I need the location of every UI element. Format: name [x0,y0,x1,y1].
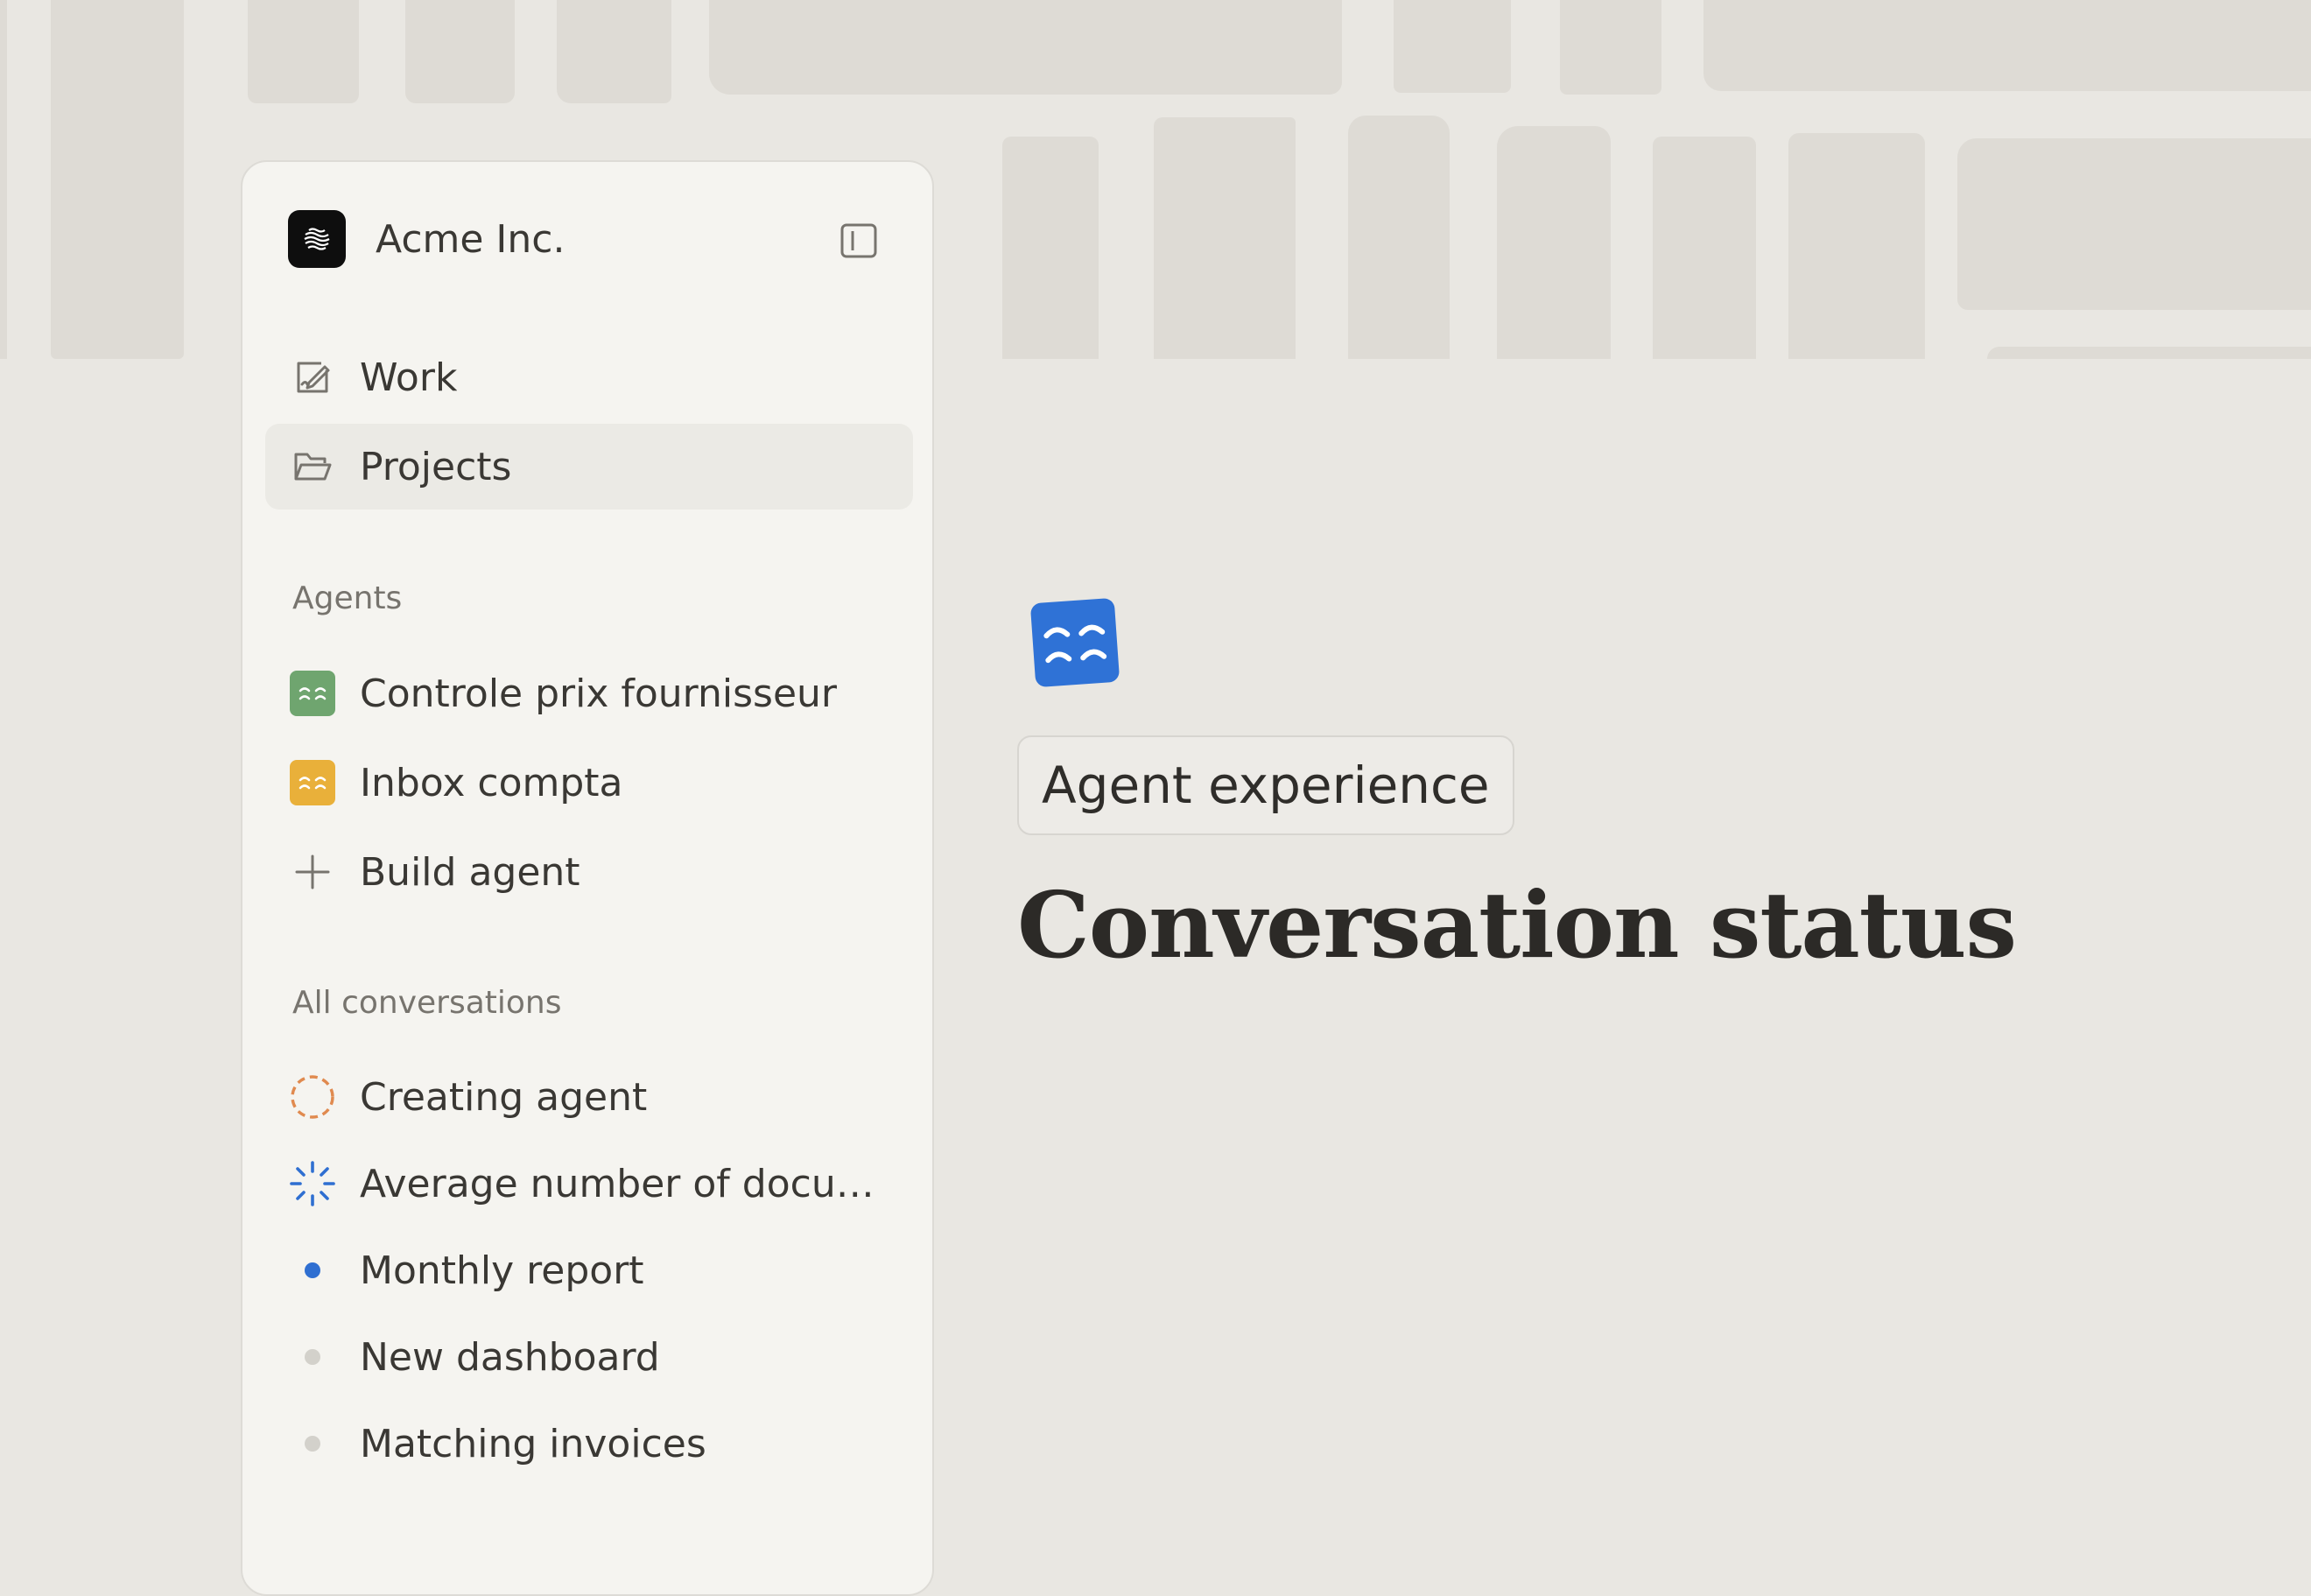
background-block [1394,0,1511,93]
background-block [1788,133,1925,359]
idle-dot-icon [288,1419,337,1468]
creating-status-icon [288,1072,337,1121]
workspace-name: Acme Inc. [376,216,565,262]
background-block [1002,137,1099,359]
nav-item-label: Projects [360,444,512,489]
background-block [709,0,1342,95]
conversation-label: New dashboard [360,1334,660,1380]
background-block [1703,0,2311,91]
nav-item-work[interactable]: Work [265,334,913,420]
folder-icon [288,442,337,491]
status-dot [305,1436,320,1452]
background-block [51,0,184,359]
background-block [1957,138,2311,310]
conversation-item[interactable]: Matching invoices [265,1401,913,1487]
loading-spinner-icon [288,1159,337,1208]
build-agent-label: Build agent [360,849,580,895]
section-title-agents: Agents [292,580,403,616]
workspace-switcher[interactable]: Acme Inc. [288,210,565,268]
nav-item-projects[interactable]: Projects [265,424,913,510]
background-block [1653,137,1756,359]
page-title: Conversation status [1017,871,2017,979]
background-block [405,0,515,103]
conversation-label: Matching invoices [360,1421,706,1466]
unread-dot-icon [288,1246,337,1295]
conversation-label: Average number of docume... [360,1161,894,1206]
agent-face-icon [1029,596,1122,690]
background-block [1987,347,2311,359]
conversation-label: Creating agent [360,1074,648,1120]
idle-dot-icon [288,1332,337,1382]
background-block [557,0,671,103]
nav-item-label: Work [360,355,458,400]
conversation-item[interactable]: Monthly report [265,1227,913,1313]
conversation-label: Monthly report [360,1248,644,1293]
conversation-item[interactable]: Average number of docume... [265,1141,913,1227]
background-block [1560,0,1661,95]
status-dot [305,1262,320,1278]
sidebar-toggle-icon[interactable] [840,223,877,258]
status-dot [305,1349,320,1365]
section-title-conversations: All conversations [292,985,562,1021]
background-block [1154,117,1296,359]
agent-badge-wrap [288,669,337,718]
category-tag: Agent experience [1017,735,1514,835]
agent-label: Controle prix fournisseur [360,671,837,716]
conversation-item[interactable]: Creating agent [265,1054,913,1140]
background-block [1348,116,1450,359]
agent-item[interactable]: Controle prix fournisseur [265,650,913,736]
edit-icon [288,353,337,402]
background-block [248,0,359,103]
conversation-item[interactable]: New dashboard [265,1314,913,1400]
agent-badge-wrap [288,758,337,807]
plus-icon [288,847,337,896]
background-block [1497,126,1611,359]
agent-face-icon [290,760,335,805]
workspace-logo-icon [288,210,346,268]
agent-item[interactable]: Inbox compta [265,740,913,826]
build-agent-button[interactable]: Build agent [265,829,913,915]
agent-face-icon [290,671,335,716]
sidebar: Acme Inc. Work Projects Agents Controle … [241,160,934,1596]
background-block [0,0,7,359]
agent-label: Inbox compta [360,760,623,805]
